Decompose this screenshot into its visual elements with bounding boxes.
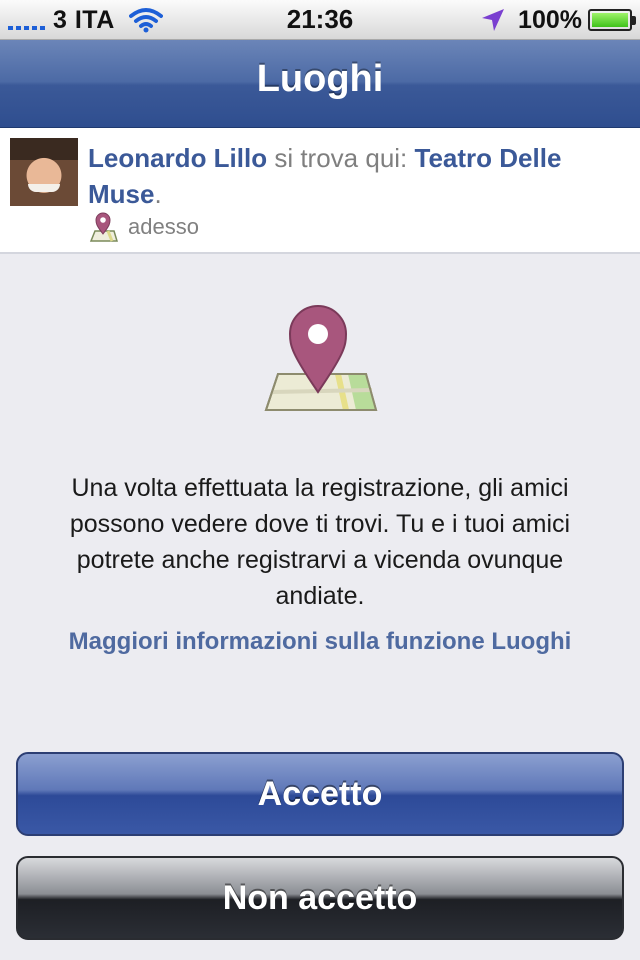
avatar[interactable] — [10, 138, 78, 206]
place-pin-icon — [89, 212, 118, 242]
accept-button[interactable]: Accetto — [16, 752, 624, 836]
places-map-icon — [264, 305, 378, 411]
checkin-text: Leonardo Lillo si trova qui: Teatro Dell… — [88, 140, 628, 212]
nav-title: Luoghi — [256, 58, 384, 100]
decline-button[interactable]: Non accetto — [16, 856, 624, 940]
battery-icon — [588, 9, 636, 31]
checkin-trailing: . — [154, 179, 162, 209]
more-info-link[interactable]: Maggiori informazioni sulla funzione Luo… — [0, 628, 640, 656]
checkin-time-row: adesso — [88, 210, 199, 244]
navigation-bar: Luoghi — [0, 40, 640, 128]
status-right: 100% — [480, 5, 636, 35]
location-arrow-icon — [482, 9, 505, 31]
person-link[interactable]: Leonardo Lillo — [88, 143, 267, 173]
checkin-header: Leonardo Lillo si trova qui: Teatro Dell… — [0, 128, 640, 254]
places-description: Una volta effettuata la registrazione, g… — [69, 474, 571, 610]
battery-percent: 100% — [518, 5, 582, 34]
checkin-middle-text: si trova qui: — [267, 143, 415, 173]
status-bar: 3 ITA 21:36 100% — [0, 0, 640, 40]
checkin-time: adesso — [128, 214, 199, 239]
